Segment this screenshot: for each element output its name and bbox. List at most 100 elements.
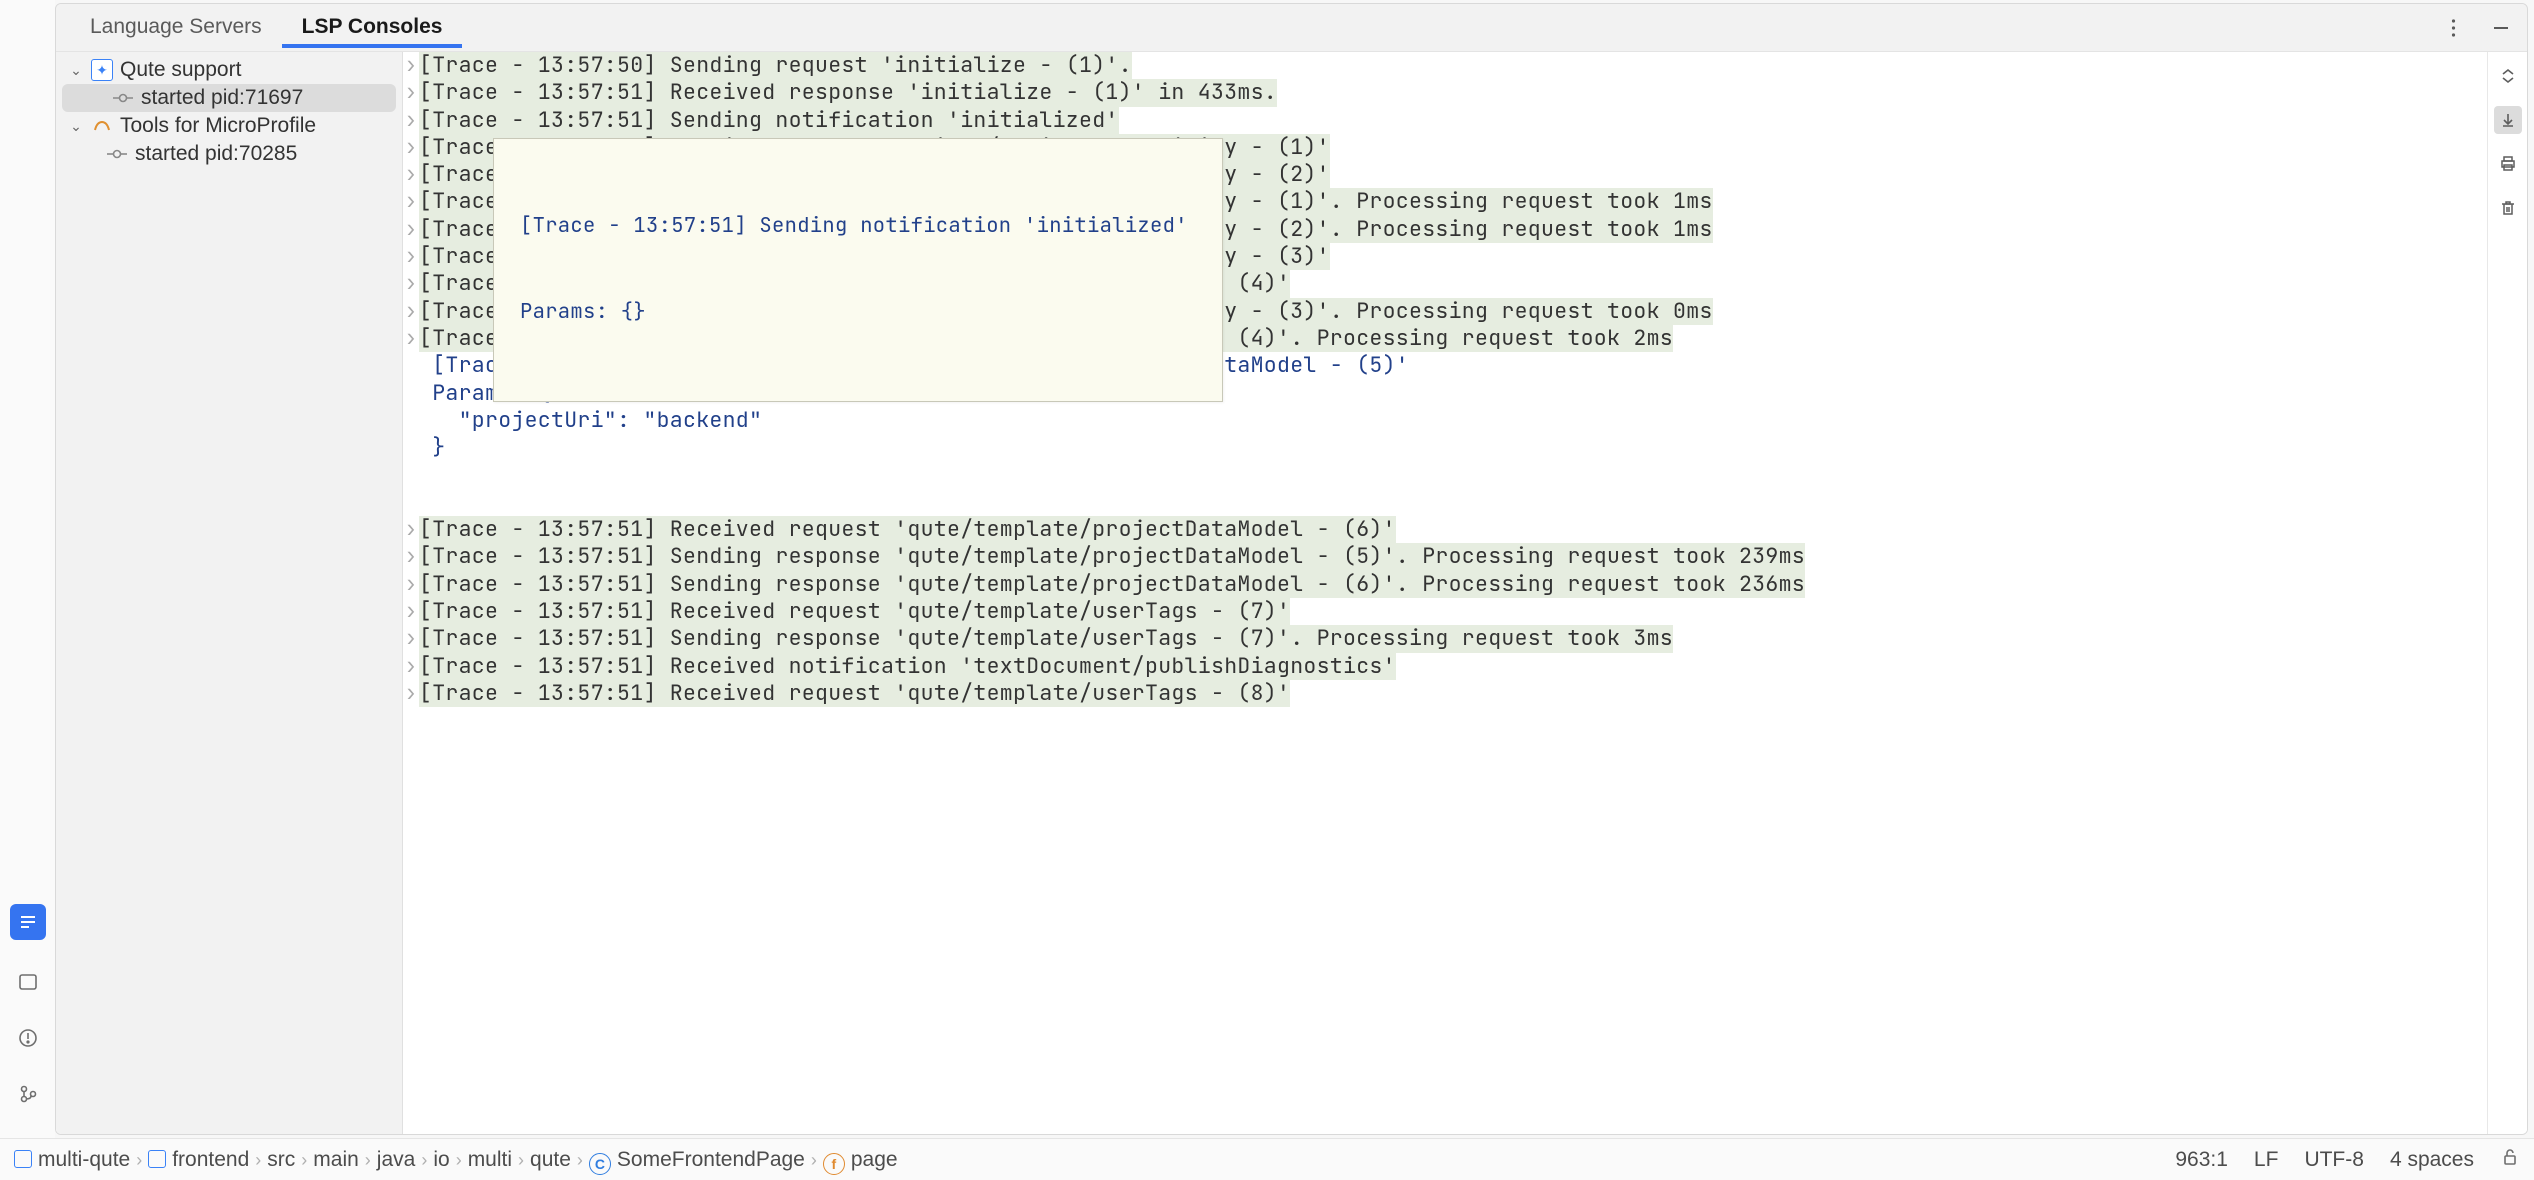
- trace-tooltip: [Trace - 13:57:51] Sending notification …: [493, 138, 1223, 402]
- tab-lsp-consoles[interactable]: LSP Consoles: [282, 7, 463, 48]
- tooltip-line: Params: {}: [520, 298, 1196, 327]
- fold-gutter-icon[interactable]: ›: [403, 653, 419, 680]
- breadcrumb-item[interactable]: multi: [468, 1148, 512, 1171]
- console-line: ›[Trace - 13:57:51] Received request 'qu…: [403, 516, 2473, 543]
- minimize-icon[interactable]: [2489, 16, 2513, 40]
- console-toolbar: [2487, 52, 2527, 1134]
- breadcrumb-item[interactable]: qute: [530, 1148, 571, 1171]
- chevron-right-icon: ›: [130, 1150, 148, 1170]
- tree-item[interactable]: started pid:71697: [62, 84, 396, 112]
- microprofile-icon: [91, 115, 113, 137]
- fold-gutter-icon[interactable]: ›: [403, 243, 419, 270]
- puzzle-icon: ✦: [91, 59, 113, 81]
- fold-gutter-icon[interactable]: ›: [403, 134, 419, 161]
- breadcrumb-item[interactable]: fpage: [823, 1148, 898, 1171]
- console-output[interactable]: ›[Trace - 13:57:50] Sending request 'ini…: [403, 52, 2487, 1134]
- line-separator[interactable]: LF: [2254, 1148, 2279, 1172]
- caret-position[interactable]: 963:1: [2175, 1148, 2228, 1172]
- console-line: ›[Trace - 13:57:51] Sending response 'qu…: [403, 543, 2473, 570]
- fold-gutter-icon: [403, 352, 419, 379]
- console-text: }: [419, 434, 445, 461]
- tab-language-servers[interactable]: Language Servers: [70, 7, 282, 48]
- lsp-panel: Language Servers LSP Consoles ⌄✦Qute sup…: [55, 3, 2528, 1135]
- chevron-right-icon: ›: [295, 1150, 313, 1170]
- console-text: [Trace - 13:57:51] Received response 'in…: [419, 79, 1277, 106]
- expand-icon[interactable]: [2494, 62, 2522, 90]
- server-tree: ⌄✦Qute supportstarted pid:71697⌄Tools fo…: [56, 52, 403, 1134]
- console-line: ›[Trace - 13:57:51] Received response 'i…: [403, 79, 2473, 106]
- commit-icon: [106, 143, 128, 165]
- breadcrumb-item[interactable]: CSomeFrontendPage: [589, 1148, 805, 1171]
- console-text: "projectUri": "backend": [419, 407, 762, 434]
- console-line: ›[Trace - 13:57:51] Received request 'qu…: [403, 680, 2473, 707]
- active-tool-icon[interactable]: [10, 904, 46, 940]
- fold-gutter-icon[interactable]: ›: [403, 598, 419, 625]
- chevron-down-icon[interactable]: ⌄: [68, 62, 84, 79]
- fold-gutter-icon[interactable]: ›: [403, 107, 419, 134]
- indent-setting[interactable]: 4 spaces: [2390, 1148, 2474, 1172]
- fold-gutter-icon: [403, 407, 419, 434]
- console-line: ›[Trace - 13:57:51] Sending response 'qu…: [403, 625, 2473, 652]
- tree-label: Tools for MicroProfile: [120, 114, 316, 138]
- console-line: ›[Trace - 13:57:51] Sending response 'qu…: [403, 571, 2473, 598]
- terminal-tool-icon[interactable]: [14, 968, 42, 996]
- console-line: "projectUri": "backend": [403, 407, 2473, 434]
- fold-gutter-icon[interactable]: ›: [403, 680, 419, 707]
- status-bar: multi-qute›frontend›src›main›java›io›mul…: [0, 1138, 2534, 1180]
- tree-item[interactable]: ⌄ Tools for MicroProfile: [56, 112, 402, 140]
- fold-gutter-icon[interactable]: ›: [403, 216, 419, 243]
- chevron-right-icon: ›: [512, 1150, 530, 1170]
- fold-gutter-icon[interactable]: ›: [403, 161, 419, 188]
- field-icon: f: [823, 1153, 845, 1175]
- fold-gutter-icon[interactable]: ›: [403, 270, 419, 297]
- file-encoding[interactable]: UTF-8: [2304, 1148, 2364, 1172]
- module-icon: [14, 1150, 32, 1168]
- chevron-right-icon: ›: [805, 1150, 823, 1170]
- chevron-right-icon: ›: [571, 1150, 589, 1170]
- console-line: }: [403, 434, 2473, 461]
- more-icon[interactable]: [2441, 16, 2465, 40]
- fold-gutter-icon: [403, 380, 419, 407]
- fold-gutter-icon[interactable]: ›: [403, 625, 419, 652]
- chevron-right-icon: ›: [249, 1150, 267, 1170]
- chevron-right-icon: ›: [359, 1150, 377, 1170]
- console-text: [Trace - 13:57:51] Sending response 'qut…: [419, 625, 1673, 652]
- console-line: [403, 461, 2473, 488]
- fold-gutter-icon[interactable]: ›: [403, 325, 419, 352]
- breadcrumb-item[interactable]: src: [267, 1148, 295, 1171]
- commit-icon: [112, 87, 134, 109]
- breadcrumb-item[interactable]: multi-qute: [14, 1148, 130, 1171]
- console-text: [Trace - 13:57:51] Sending response 'qut…: [419, 571, 1805, 598]
- fold-gutter-icon[interactable]: ›: [403, 298, 419, 325]
- chevron-down-icon[interactable]: ⌄: [68, 118, 84, 135]
- fold-gutter-icon[interactable]: ›: [403, 79, 419, 106]
- console-text: [Trace - 13:57:51] Received notification…: [419, 653, 1396, 680]
- readonly-lock-icon[interactable]: [2500, 1147, 2520, 1173]
- breadcrumb-item[interactable]: io: [433, 1148, 449, 1171]
- breadcrumb-item[interactable]: main: [313, 1148, 359, 1171]
- class-icon: C: [589, 1153, 611, 1175]
- breadcrumbs[interactable]: multi-qute›frontend›src›main›java›io›mul…: [14, 1148, 898, 1172]
- fold-gutter-icon[interactable]: ›: [403, 543, 419, 570]
- console-text: [Trace - 13:57:51] Received request 'qut…: [419, 516, 1396, 543]
- trash-icon[interactable]: [2494, 194, 2522, 222]
- breadcrumb-item[interactable]: frontend: [148, 1148, 249, 1171]
- print-icon[interactable]: [2494, 150, 2522, 178]
- fold-gutter-icon: [403, 489, 419, 516]
- console-text: [Trace - 13:57:50] Sending request 'init…: [419, 52, 1132, 79]
- console-text: [Trace - 13:57:51] Received request 'qut…: [419, 598, 1290, 625]
- console-line: [403, 489, 2473, 516]
- problems-tool-icon[interactable]: [14, 1024, 42, 1052]
- fold-gutter-icon[interactable]: ›: [403, 516, 419, 543]
- fold-gutter-icon[interactable]: ›: [403, 188, 419, 215]
- tree-item[interactable]: ⌄✦Qute support: [56, 56, 402, 84]
- console-text: [Trace - 13:57:51] Sending notification …: [419, 107, 1119, 134]
- scroll-to-end-icon[interactable]: [2494, 106, 2522, 134]
- console-line: ›[Trace - 13:57:51] Received request 'qu…: [403, 598, 2473, 625]
- fold-gutter-icon[interactable]: ›: [403, 571, 419, 598]
- console-line: ›[Trace - 13:57:51] Received notificatio…: [403, 653, 2473, 680]
- breadcrumb-item[interactable]: java: [377, 1148, 416, 1171]
- fold-gutter-icon[interactable]: ›: [403, 52, 419, 79]
- tree-item[interactable]: started pid:70285: [56, 140, 402, 168]
- vcs-tool-icon[interactable]: [14, 1080, 42, 1108]
